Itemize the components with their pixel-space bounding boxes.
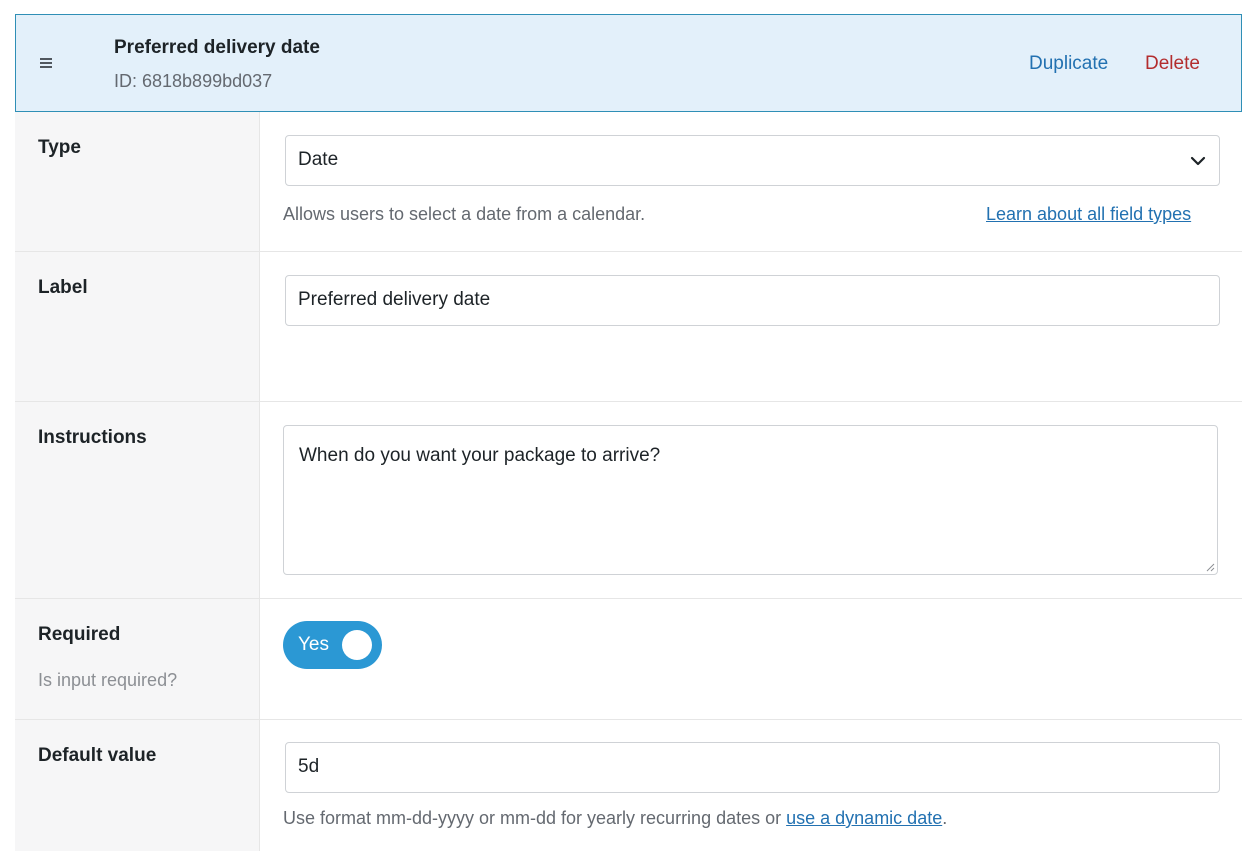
field-title: Preferred delivery date [114,37,320,58]
label-label-cell: Label [15,252,260,401]
toggle-text: Yes [298,634,329,655]
instructions-textarea[interactable]: When do you want your package to arrive? [283,425,1218,575]
default-value-row: Default value 5d Use format mm-dd-yyyy o… [15,720,1242,851]
toggle-knob [342,630,372,660]
instructions-text: When do you want your package to arrive? [299,445,661,466]
resize-grip-icon[interactable] [1205,562,1215,572]
required-row: Required Is input required? Yes [15,599,1242,720]
default-label-cell: Default value [15,720,260,851]
delete-button[interactable]: Delete [1145,53,1200,75]
instructions-label: Instructions [38,427,147,448]
label-row: Label Preferred delivery date [15,252,1242,402]
chevron-down-icon [1190,156,1206,166]
dynamic-date-link[interactable]: use a dynamic date [786,808,942,828]
required-label: Required [38,624,121,645]
default-value-label: Default value [38,745,157,766]
field-id: ID: 6818b899bd037 [114,71,273,91]
type-label-cell: Type [15,112,260,251]
field-settings-panel: Preferred delivery date ID: 6818b899bd03… [15,14,1242,851]
default-help-suffix: . [942,808,948,828]
type-select-value: Date [298,149,339,170]
type-row: Type Date Allows users to select a date … [15,112,1242,252]
label-label: Label [38,277,88,298]
duplicate-button[interactable]: Duplicate [1029,53,1108,75]
required-toggle[interactable]: Yes [283,621,382,669]
drag-handle-icon[interactable] [40,58,54,70]
default-help-prefix: Use format mm-dd-yyyy or mm-dd for yearl… [283,808,787,828]
default-help-text: Use format mm-dd-yyyy or mm-dd for yearl… [283,808,947,829]
label-input[interactable]: Preferred delivery date [285,275,1220,326]
type-help-text: Allows users to select a date from a cal… [283,204,646,224]
instructions-row: Instructions When do you want your packa… [15,402,1242,599]
instructions-label-cell: Instructions [15,402,260,598]
learn-field-types-link[interactable]: Learn about all field types [986,204,1191,225]
field-header[interactable]: Preferred delivery date ID: 6818b899bd03… [15,14,1242,112]
type-label: Type [38,137,81,158]
default-value-input[interactable]: 5d [285,742,1220,793]
required-sublabel: Is input required? [38,670,178,690]
required-label-cell: Required Is input required? [15,599,260,719]
type-select[interactable]: Date [285,135,1220,186]
